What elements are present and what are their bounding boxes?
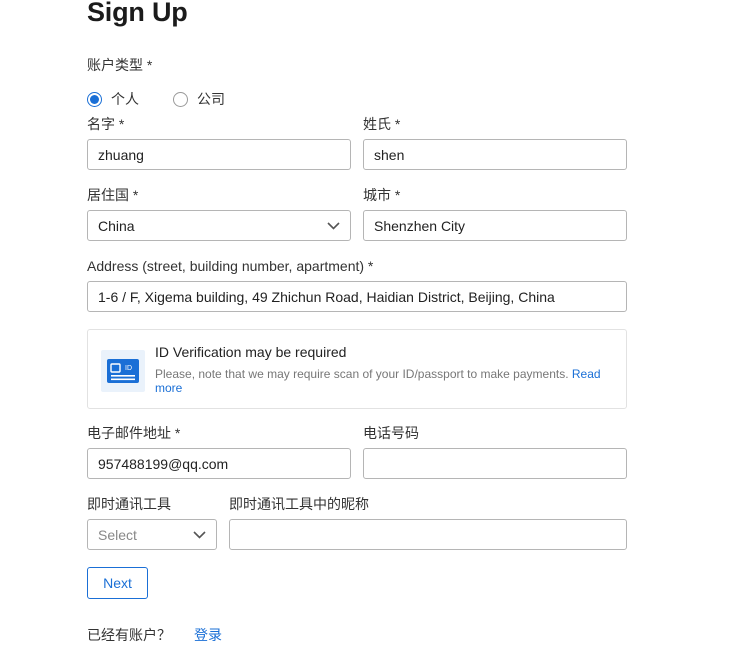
id-verification-title: ID Verification may be required bbox=[155, 344, 347, 360]
login-prompt: 已经有账户？ 登录 bbox=[87, 625, 222, 645]
login-link[interactable]: 登录 bbox=[194, 625, 222, 645]
page-title: Sign Up bbox=[87, 0, 188, 27]
first-name-label: 名字 * bbox=[87, 116, 125, 132]
last-name-label: 姓氏 * bbox=[363, 116, 401, 132]
svg-text:ID: ID bbox=[125, 365, 132, 372]
phone-label: 电话号码 bbox=[363, 425, 419, 441]
chevron-down-icon bbox=[326, 219, 340, 233]
city-field[interactable]: Shenzhen City bbox=[363, 210, 627, 241]
next-button[interactable]: Next bbox=[87, 567, 148, 599]
phone-field[interactable] bbox=[363, 448, 627, 479]
account-type-label: 账户类型 * bbox=[87, 57, 153, 73]
chevron-down-icon bbox=[192, 528, 206, 542]
account-type-radio-group: 个人 公司 bbox=[87, 89, 259, 109]
id-card-icon: ID bbox=[101, 350, 145, 392]
radio-company[interactable]: 公司 bbox=[173, 89, 225, 109]
address-field[interactable]: 1-6 / F, Xigema building, 49 Zhichun Roa… bbox=[87, 281, 627, 312]
messenger-select[interactable]: Select bbox=[87, 519, 217, 550]
radio-personal-label: 个人 bbox=[111, 91, 139, 107]
country-select[interactable]: China bbox=[87, 210, 351, 241]
id-verification-notice: ID ID Verification may be required Pleas… bbox=[87, 329, 627, 409]
have-account-text: 已经有账户？ bbox=[87, 627, 171, 643]
city-label: 城市 * bbox=[363, 187, 401, 203]
id-verification-body: Please, note that we may require scan of… bbox=[155, 367, 569, 381]
messenger-select-placeholder: Select bbox=[98, 526, 137, 543]
messenger-nickname-field[interactable] bbox=[229, 519, 627, 550]
radio-unchecked-icon[interactable] bbox=[173, 91, 188, 107]
radio-company-label: 公司 bbox=[197, 91, 225, 107]
messenger-nickname-label: 即时通讯工具中的昵称 bbox=[229, 496, 369, 512]
radio-personal[interactable]: 个人 bbox=[87, 89, 139, 109]
email-label: 电子邮件地址 * bbox=[87, 425, 181, 441]
email-field[interactable]: 957488199@qq.com bbox=[87, 448, 351, 479]
country-select-value: China bbox=[98, 217, 135, 234]
last-name-field[interactable]: shen bbox=[363, 139, 627, 170]
first-name-field[interactable]: zhuang bbox=[87, 139, 351, 170]
messenger-label: 即时通讯工具 bbox=[87, 496, 171, 512]
radio-checked-icon[interactable] bbox=[87, 91, 102, 107]
country-label: 居住国 * bbox=[87, 187, 139, 203]
address-label: Address (street, building number, apartm… bbox=[87, 258, 374, 274]
id-verification-text: Please, note that we may require scan of… bbox=[155, 367, 610, 395]
